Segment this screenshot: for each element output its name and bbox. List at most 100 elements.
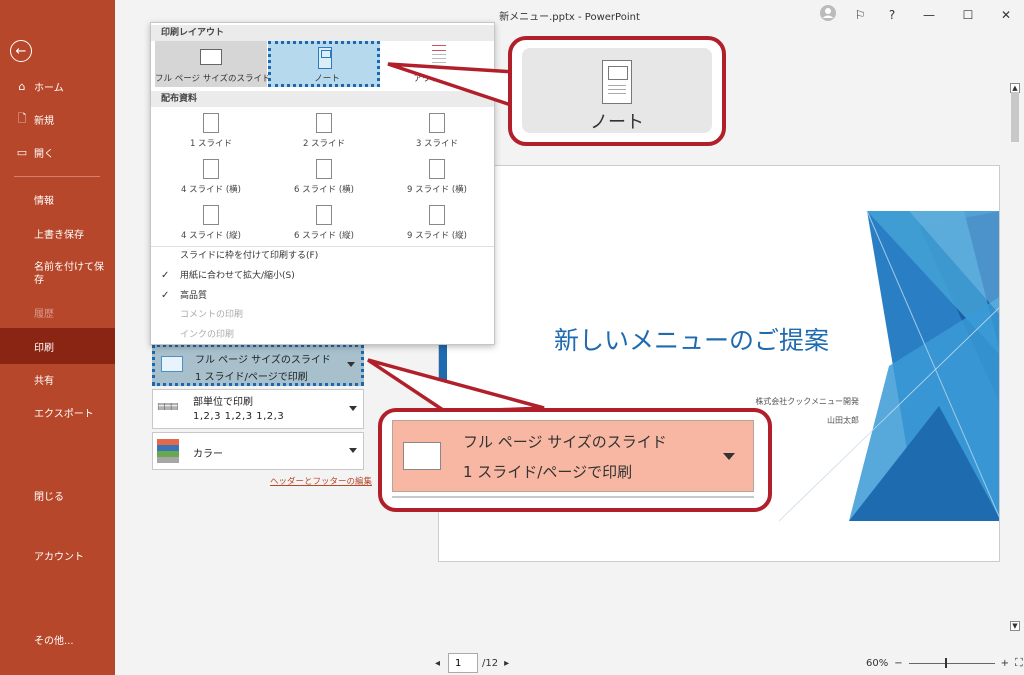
header-footer-link[interactable]: ヘッダーとフッターの編集 — [270, 475, 372, 487]
backstage-sidebar: ← ⌂ ホーム 🗋 新規 ▭ 開く 情報 上書き保存 名前を付けて保存 履歴 印… — [0, 0, 115, 675]
callout-layout-line1: フル ページ サイズのスライド — [463, 433, 667, 451]
handout-label: 1 スライド — [189, 139, 233, 149]
color-swatch-icon — [157, 439, 179, 463]
preview-scrollbar-thumb[interactable] — [1011, 92, 1019, 142]
option-label: 高品質 — [180, 291, 208, 301]
print-layout-select[interactable]: フル ページ サイズのスライド 1 スライド/ページで印刷 — [152, 344, 364, 386]
option-label: 用紙に合わせて拡大/縮小(S) — [180, 271, 295, 281]
scroll-down-icon[interactable]: ▼ — [1010, 621, 1020, 631]
option-scale-to-fit[interactable]: ✓ 用紙に合わせて拡大/縮小(S) — [161, 267, 481, 285]
page-number-input[interactable] — [448, 653, 479, 673]
handout-option[interactable]: 1 スライド — [155, 111, 267, 151]
sidebar-item-label: 履歴 — [34, 308, 54, 320]
option-high-quality[interactable]: ✓ 高品質 — [161, 287, 481, 305]
folder-open-icon: ▭ — [16, 145, 28, 159]
sidebar-item-export[interactable]: エクスポート — [0, 399, 115, 425]
handout-label: 9 スライド (横) — [407, 185, 467, 195]
handout-label: 4 スライド (横) — [181, 185, 241, 195]
full-page-slide-icon — [161, 356, 183, 372]
handout-3-icon — [429, 113, 445, 133]
handout-label: 6 スライド (横) — [294, 185, 354, 195]
sidebar-item-close[interactable]: 閉じる — [0, 482, 115, 508]
layout-option-outline[interactable]: アウトライン — [383, 41, 495, 87]
zoom-control: 60% − + ⛶ — [866, 656, 1023, 670]
option-label: コメントの印刷 — [180, 310, 244, 320]
handout-option[interactable]: 9 スライド (縦) — [381, 203, 493, 243]
notes-page-icon — [318, 47, 332, 69]
sidebar-item-save[interactable]: 上書き保存 — [0, 220, 115, 246]
collate-select[interactable]: ▤▤▤ 部単位で印刷 1,2,3 1,2,3 1,2,3 — [152, 389, 364, 429]
layout-select-line2: 1 スライド/ページで印刷 — [195, 372, 308, 383]
sidebar-item-label: 閉じる — [34, 491, 64, 503]
sidebar-item-save-as[interactable]: 名前を付けて保存 — [0, 256, 115, 292]
sidebar-item-share[interactable]: 共有 — [0, 366, 115, 392]
full-page-slide-icon — [200, 49, 222, 65]
previous-page-icon[interactable]: ◂ — [435, 658, 440, 669]
callout-notes-button: ノート — [522, 48, 712, 133]
handout-option[interactable]: 6 スライド (縦) — [268, 203, 380, 243]
option-print-ink: インクの印刷 — [161, 326, 481, 344]
page-total: /12 — [482, 657, 499, 669]
handout-6v-icon — [316, 205, 332, 225]
color-select[interactable]: カラー — [152, 432, 364, 470]
handout-option[interactable]: 4 スライド (縦) — [155, 203, 267, 243]
sidebar-item-label: ホーム — [34, 82, 64, 94]
section-header-print-layout: 印刷レイアウト — [151, 25, 494, 41]
sidebar-item-label: その他... — [34, 635, 74, 647]
chevron-down-icon — [349, 406, 357, 411]
layout-option-label: フル ページ サイズのスライド — [155, 74, 271, 84]
next-page-icon[interactable]: ▸ — [504, 658, 509, 669]
handout-9v-icon — [429, 205, 445, 225]
handout-label: 3 スライド — [415, 139, 459, 149]
sidebar-divider — [14, 176, 100, 177]
handout-option[interactable]: 2 スライド — [268, 111, 380, 151]
handout-option[interactable]: 9 スライド (横) — [381, 157, 493, 197]
sidebar-item-label: 開く — [34, 148, 54, 160]
sidebar-item-label: 情報 — [34, 195, 54, 207]
zoom-slider-thumb[interactable] — [944, 657, 947, 668]
help-icon[interactable]: ? — [879, 4, 905, 26]
account-icon[interactable] — [815, 4, 841, 26]
layout-option-notes[interactable]: ノート — [268, 41, 380, 87]
handout-label: 6 スライド (縦) — [294, 231, 354, 241]
handout-option[interactable]: 6 スライド (横) — [268, 157, 380, 197]
check-icon: ✓ — [161, 270, 170, 281]
handout-1-icon — [203, 113, 219, 133]
zoom-in-button[interactable]: + — [1001, 658, 1009, 669]
maximize-icon[interactable]: ☐ — [955, 4, 981, 26]
notes-zoom-callout: ノート — [508, 36, 726, 146]
zoom-out-button[interactable]: − — [894, 658, 902, 669]
sidebar-item-info[interactable]: 情報 — [0, 186, 115, 212]
handout-4h-icon — [203, 159, 219, 179]
handout-option[interactable]: 4 スライド (横) — [155, 157, 267, 197]
sidebar-item-open[interactable]: ▭ 開く — [0, 139, 115, 165]
feedback-icon[interactable]: ⚐ — [847, 4, 873, 26]
sidebar-item-home[interactable]: ⌂ ホーム — [0, 73, 115, 99]
sidebar-item-print[interactable]: 印刷 — [0, 328, 115, 364]
handout-option[interactable]: 3 スライド — [381, 111, 493, 151]
color-select-label: カラー — [193, 449, 223, 460]
handout-label: 9 スライド (縦) — [407, 231, 467, 241]
back-arrow-icon[interactable]: ← — [10, 40, 32, 62]
sidebar-item-more[interactable]: その他... — [0, 626, 115, 652]
chevron-down-icon — [723, 453, 735, 460]
sidebar-item-new[interactable]: 🗋 新規 — [0, 106, 115, 132]
handout-label: 4 スライド (縦) — [181, 231, 241, 241]
sidebar-item-account[interactable]: アカウント — [0, 542, 115, 568]
layout-option-full-page[interactable]: フル ページ サイズのスライド — [155, 41, 271, 87]
zoom-slider[interactable] — [908, 657, 995, 668]
zoom-percent[interactable]: 60% — [866, 658, 888, 669]
close-icon[interactable]: ✕ — [993, 4, 1019, 26]
layout-select-line1: フル ページ サイズのスライド — [195, 355, 331, 366]
callout-layout-line2: 1 スライド/ページで印刷 — [463, 463, 633, 481]
sidebar-item-label: 名前を付けて保存 — [34, 262, 104, 286]
option-label: スライドに枠を付けて印刷する(F) — [180, 251, 319, 261]
fit-to-window-icon[interactable]: ⛶ — [1015, 656, 1023, 670]
sidebar-item-label: 印刷 — [34, 342, 54, 354]
slide-author: 山田太郎 — [827, 416, 859, 425]
option-frame-slides[interactable]: スライドに枠を付けて印刷する(F) — [161, 247, 481, 265]
slide-title: 新しいメニューのご提案 — [554, 326, 830, 355]
minimize-icon[interactable]: — — [916, 4, 942, 26]
sidebar-item-label: アカウント — [34, 551, 84, 563]
section-header-handouts: 配布資料 — [151, 91, 494, 107]
